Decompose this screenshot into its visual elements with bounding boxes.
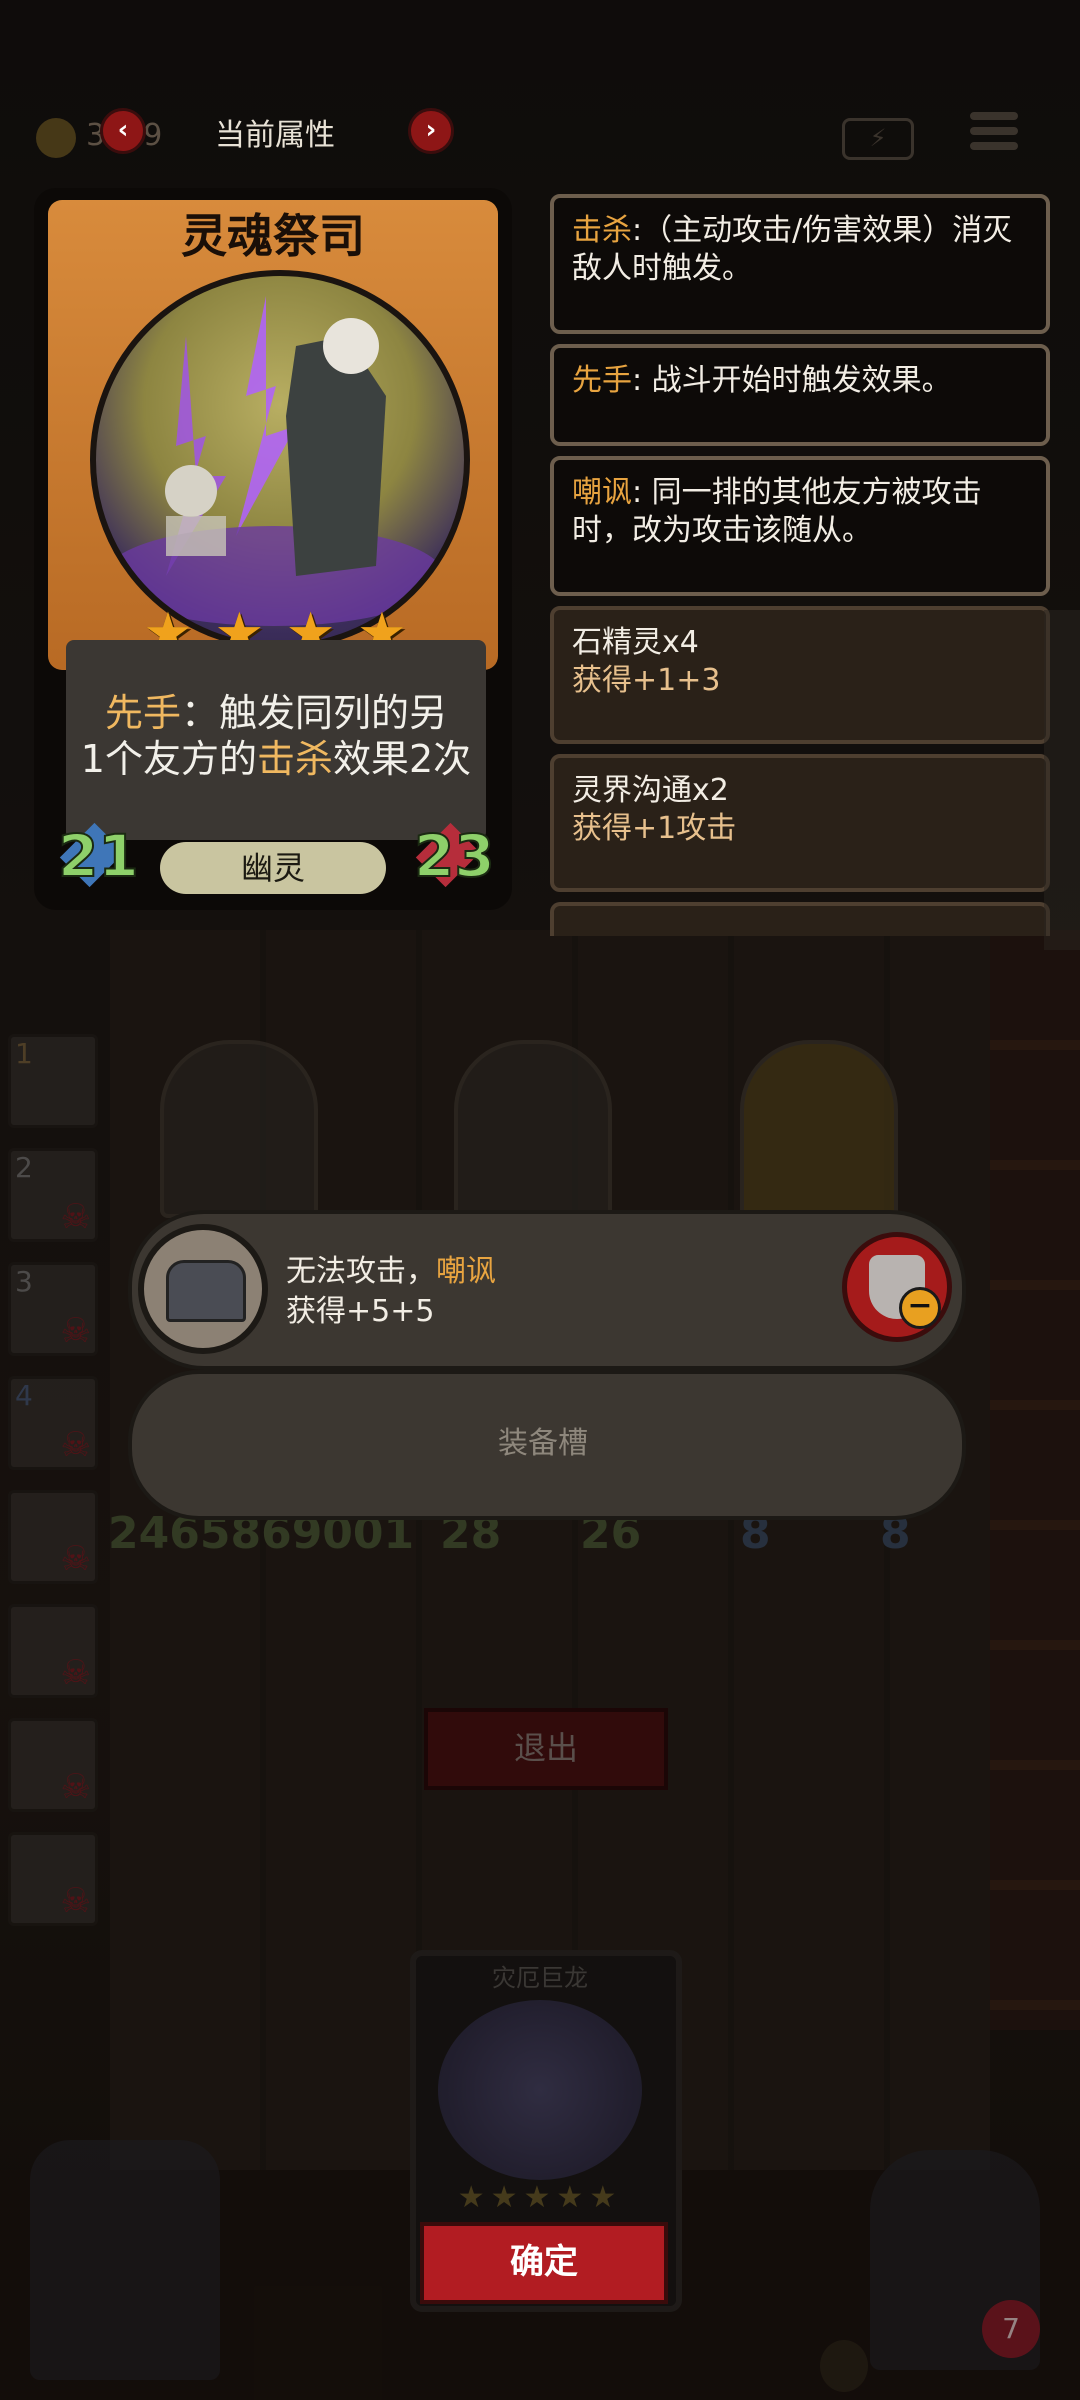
card-portrait [90, 270, 470, 650]
keyword-text: : 同一排的其他友方被攻击时，改为攻击该随从。 [572, 475, 982, 548]
keyword-panel-kill: 击杀:（主动攻击/伤害效果）消灭敌人时触发。 [550, 194, 1050, 334]
buff-name: 石精灵x4 [572, 625, 699, 660]
battery-icon: ⚡ [842, 118, 914, 160]
equipment-text: 无法攻击，嘲讽 [286, 1246, 496, 1290]
card-description: 先手：触发同列的另 1个友方的击杀效果2次 [66, 690, 486, 782]
keyword-name: 先手 [572, 363, 632, 398]
desc-text: 1个友方的 [80, 737, 257, 781]
desc-keyword: 击杀 [256, 737, 333, 781]
equipment-slot-label: 装备槽 [498, 1426, 588, 1461]
treasure-chest-icon [138, 1224, 268, 1354]
keyword-name: 击杀 [572, 213, 632, 248]
keyword-text: :（主动攻击/伤害效果）消灭敌人时触发。 [572, 213, 1013, 286]
minus-icon: − [899, 1287, 941, 1329]
menu-icon[interactable] [970, 112, 1018, 158]
buff-panel-1: 石精灵x4 获得+1+3 [550, 606, 1050, 744]
equipment-keyword: 嘲讽 [436, 1254, 496, 1289]
remove-shield-button[interactable]: − [842, 1232, 952, 1342]
prev-arrow-button[interactable]: ‹ [100, 108, 146, 154]
equipment-text-pre: 无法攻击， [286, 1254, 436, 1289]
card-attack: 21 [57, 821, 140, 891]
equipment-gain: 获得+5+5 [286, 1294, 435, 1329]
keyword-panel-first: 先手: 战斗开始时触发效果。 [550, 344, 1050, 446]
next-arrow-button[interactable]: › [408, 108, 454, 154]
keyword-name: 嘲讽 [572, 475, 632, 510]
desc-keyword: 先手 [104, 691, 181, 735]
card-name: 灵魂祭司 [181, 209, 365, 263]
buff-name: 灵界沟通x2 [572, 773, 729, 808]
keyword-panel-taunt: 嘲讽: 同一排的其他友方被攻击时，改为攻击该随从。 [550, 456, 1050, 596]
confirm-button[interactable]: 确定 [420, 2222, 668, 2304]
coin-icon [36, 118, 76, 158]
card-type: 幽灵 [160, 842, 386, 894]
buff-panel-3 [550, 902, 1050, 936]
buff-panel-2: 灵界沟通x2 获得+1攻击 [550, 754, 1050, 892]
page-title: 当前属性 [215, 118, 335, 153]
buff-gain: 获得+1攻击 [572, 811, 737, 846]
desc-text: 效果2次 [333, 737, 472, 781]
desc-text: ：触发同列的另 [181, 691, 448, 735]
side-decor [1044, 610, 1080, 950]
buff-gain: 获得+1+3 [572, 663, 721, 698]
card-health: 23 [413, 821, 496, 891]
keyword-text: : 战斗开始时触发效果。 [632, 363, 952, 398]
